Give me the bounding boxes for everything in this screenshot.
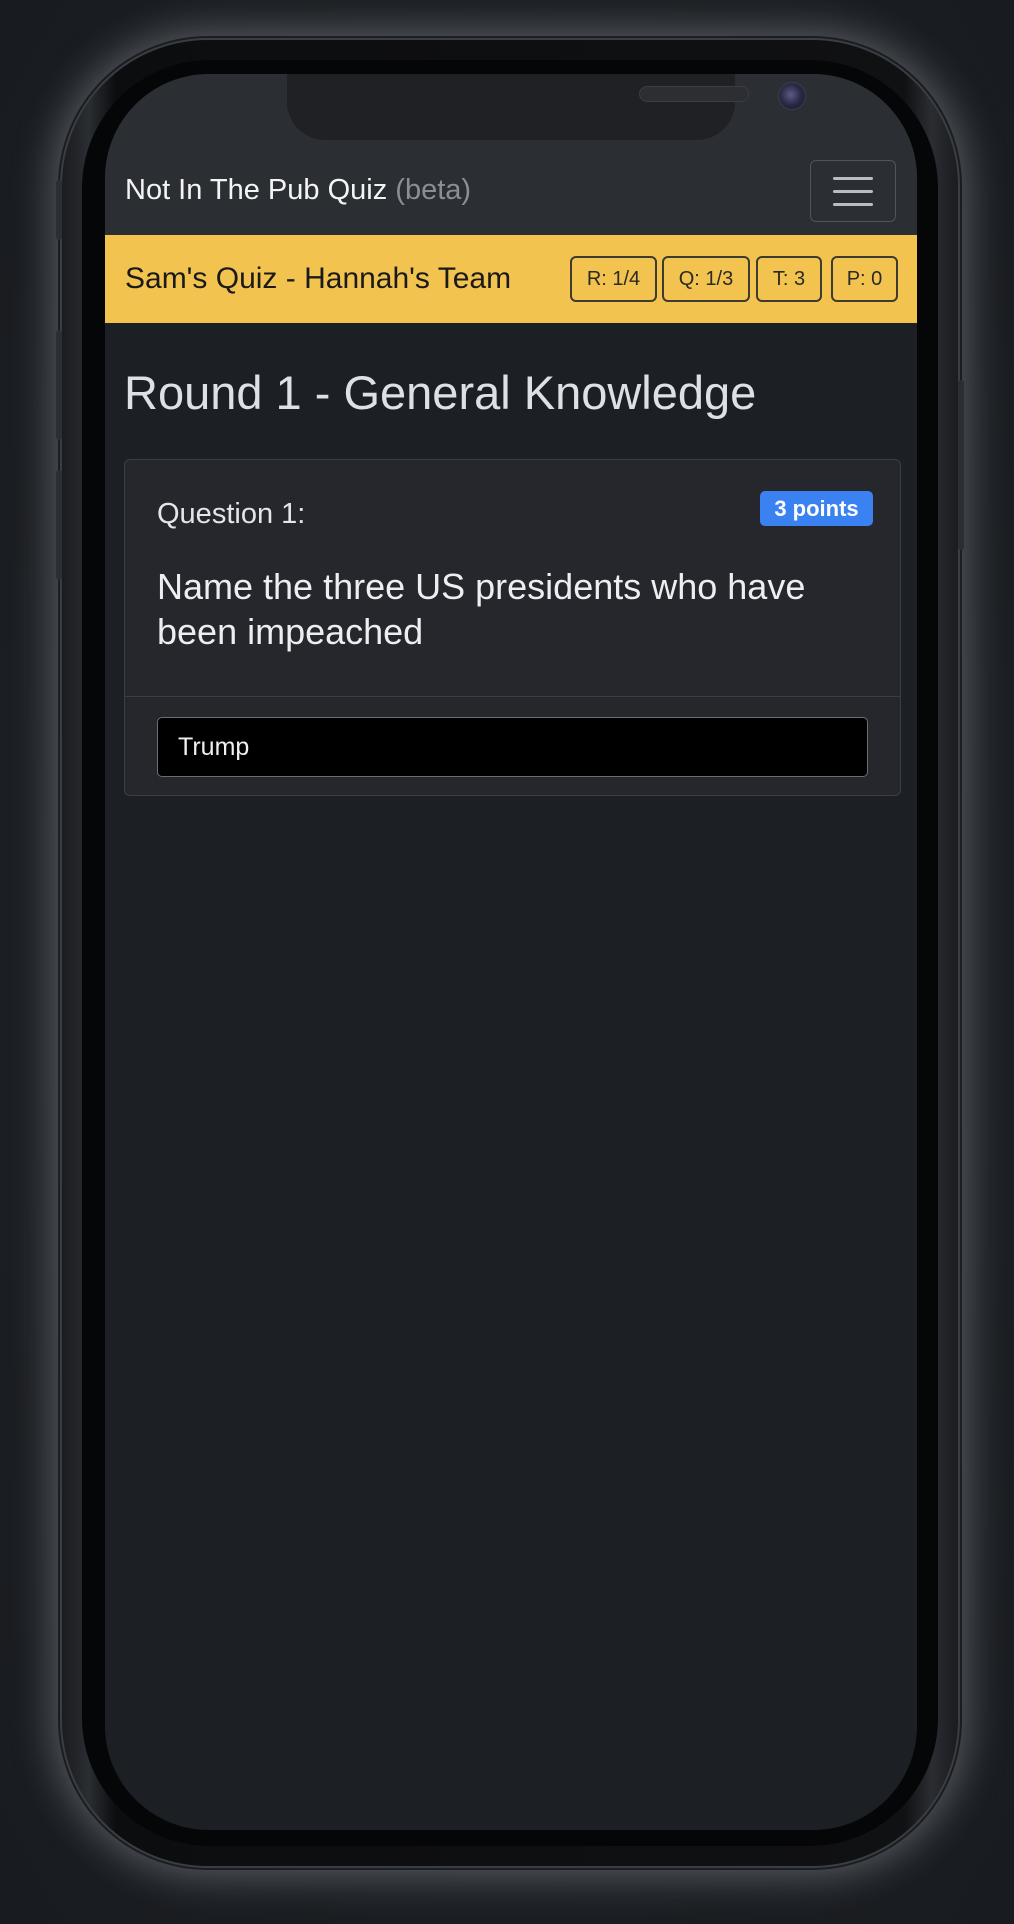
phone-side-button-left-2	[56, 330, 62, 440]
question-number-label: Question 1:	[157, 498, 306, 530]
round-title: Round 1 - General Knowledge	[124, 366, 757, 419]
team-count-badge: T: 3	[756, 256, 822, 302]
phone-side-button-right	[958, 380, 964, 550]
round-counter-badge: R: 1/4	[570, 256, 657, 302]
hamburger-menu-icon	[833, 190, 873, 193]
hamburger-menu-icon	[833, 177, 873, 180]
brand-name: Not In The Pub Quiz	[125, 174, 388, 206]
phone-notch	[287, 74, 806, 140]
points-badge: 3 points	[760, 491, 873, 526]
question-text: Name the three US presidents who have be…	[157, 566, 806, 652]
brand-beta-label: (beta)	[395, 174, 472, 206]
quiz-status-bar: Sam's Quiz - Hannah's Team R: 1/4 Q: 1/3…	[105, 235, 917, 323]
menu-toggle-button[interactable]	[810, 160, 896, 222]
answer-input[interactable]	[157, 717, 868, 777]
speaker-grille	[639, 86, 749, 102]
navbar: Not In The Pub Quiz (beta)	[105, 74, 917, 235]
question-counter-badge: Q: 1/3	[662, 256, 750, 302]
points-total-badge: P: 0	[831, 256, 898, 302]
brand[interactable]: Not In The Pub Quiz (beta)	[125, 172, 471, 208]
phone-side-button-left-3	[56, 470, 62, 580]
phone-screen: Not In The Pub Quiz (beta) Sam's Quiz - …	[105, 74, 917, 1830]
hamburger-menu-icon	[833, 203, 873, 206]
quiz-team-title: Sam's Quiz - Hannah's Team	[125, 262, 512, 295]
question-card-header: Question 1: 3 points Name the three US p…	[125, 460, 900, 697]
front-camera-icon	[778, 82, 806, 110]
phone-side-button-left-1	[56, 180, 62, 240]
question-card: Question 1: 3 points Name the three US p…	[124, 459, 901, 796]
